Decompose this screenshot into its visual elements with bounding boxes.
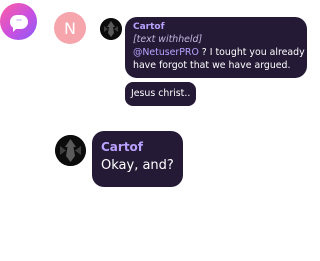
message-text: [text withheld] @NetuserPRO ? I tought y… bbox=[133, 33, 305, 72]
user-mention[interactable]: @NetuserPRO bbox=[133, 47, 199, 58]
chat-bubble-icon[interactable]: ··· bbox=[0, 3, 37, 40]
chat-message[interactable]: Cartof Okay, and? bbox=[92, 131, 183, 187]
reply-preview-message[interactable]: Cartof [text withheld] @NetuserPRO ? I t… bbox=[125, 17, 307, 78]
message-author: Cartof bbox=[133, 22, 165, 32]
withheld-text: [text withheld] bbox=[133, 34, 203, 45]
reply-message[interactable]: Jesus christ.. bbox=[125, 82, 197, 106]
emblem-icon bbox=[100, 18, 122, 40]
avatar[interactable] bbox=[100, 18, 122, 40]
emblem-icon bbox=[55, 135, 86, 166]
avatar[interactable]: N bbox=[54, 12, 86, 44]
avatar[interactable] bbox=[55, 135, 86, 166]
chat-bubble-glyph: ··· bbox=[9, 14, 28, 32]
message-text: Okay, and? bbox=[101, 158, 174, 173]
message-text-fragment: ? I tought you already bbox=[198, 47, 305, 58]
message-author: Cartof bbox=[101, 140, 144, 154]
message-text-line: have forgot that we have argued. bbox=[133, 60, 291, 71]
